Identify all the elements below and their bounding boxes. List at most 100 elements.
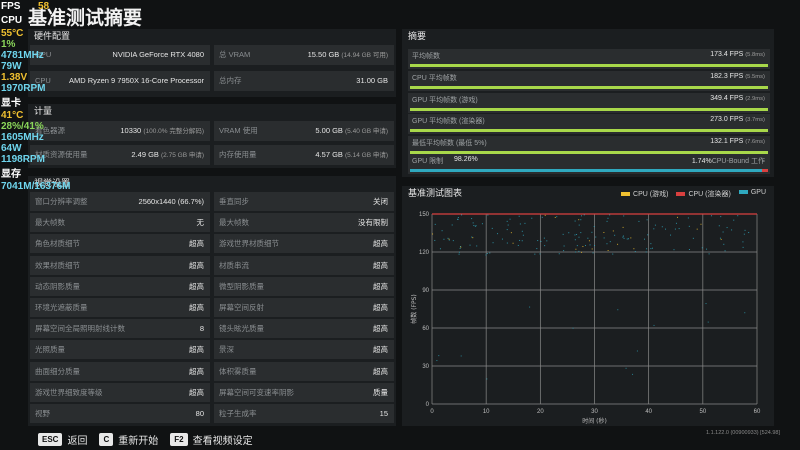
- setting-label: 屏幕空间反射: [219, 303, 264, 312]
- memory-use-label: 内存使用量: [219, 150, 257, 159]
- setting-value: 超高: [189, 303, 204, 312]
- setting-label: 最大帧数: [35, 218, 65, 228]
- gpu-point: [723, 243, 725, 245]
- setting-label: 粒子生成率: [219, 409, 257, 418]
- gpu-point: [539, 253, 541, 255]
- x-tick-label: 30: [591, 409, 598, 415]
- memory-use-cell: 内存使用量 4.57 GB (5.14 GB 申请): [214, 145, 394, 165]
- esc-key-icon: ESC: [38, 433, 63, 446]
- gpu-point: [544, 245, 546, 247]
- gpu-point: [688, 225, 690, 227]
- gpu-point: [743, 233, 745, 235]
- summary-bar: [410, 85, 768, 89]
- setting-label: 屏幕空间可变速率阴影: [219, 387, 294, 397]
- gpu-point: [507, 224, 509, 226]
- vram-use-detail: (5.40 GB 申请): [345, 128, 388, 135]
- gpu-point: [578, 224, 580, 226]
- f2-key-icon: F2: [170, 433, 188, 446]
- vram-value: 15.50 GB: [307, 50, 340, 59]
- setting-label: 最大帧数: [219, 218, 249, 228]
- gpu-value: NVIDIA GeForce RTX 4080: [112, 50, 204, 59]
- gpu-point: [650, 248, 652, 250]
- gpu-point: [517, 244, 519, 246]
- cpu-game-point: [554, 216, 556, 218]
- cpu-game-point: [612, 230, 614, 232]
- gpu-limit-label: GPU 限制: [412, 158, 444, 165]
- gpu-point: [607, 217, 609, 219]
- y-tick-label: 0: [426, 402, 430, 408]
- setting-cell: 光照质量 超高: [30, 340, 210, 360]
- gpu-point: [481, 223, 483, 225]
- gpu-point: [726, 227, 728, 229]
- gpu-point: [580, 219, 582, 221]
- setting-cell: 材质串流 超高: [214, 255, 394, 275]
- summary-value: 349.4 FPS: [710, 94, 744, 102]
- gpu-point: [744, 312, 746, 314]
- back-button[interactable]: ESC 返回: [38, 432, 87, 447]
- gpu-cell: GPU NVIDIA GeForce RTX 4080: [30, 45, 210, 65]
- gpu-point: [506, 220, 508, 222]
- gpu-point: [489, 252, 491, 254]
- gpu-point: [536, 248, 538, 250]
- gpu-point: [650, 243, 652, 245]
- vram-use-value: 5.00 GB: [315, 126, 343, 135]
- setting-value: 超高: [373, 260, 388, 270]
- overlay-cpu-power: 79W: [1, 61, 22, 72]
- video-settings-button[interactable]: F2 查看视频设定: [170, 432, 253, 447]
- gpu-point: [705, 303, 707, 305]
- gpu-point: [458, 251, 460, 253]
- gpu-point: [674, 228, 676, 230]
- gpu-point: [524, 222, 526, 224]
- setting-cell: 景深 超高: [214, 340, 394, 360]
- gpu-point: [519, 223, 521, 225]
- x-tick-label: 10: [483, 409, 490, 415]
- gpu-point: [531, 217, 533, 219]
- gpu-point: [580, 215, 582, 217]
- gpu-point: [563, 250, 565, 252]
- gpu-point: [540, 240, 542, 242]
- x-tick-label: 0: [430, 409, 434, 415]
- summary-detail: (7.6ms): [745, 139, 765, 146]
- gpu-point: [486, 253, 488, 255]
- gpu-point: [720, 216, 722, 218]
- memory-value: 31.00 GB: [356, 76, 388, 85]
- overlay-cpu-fan: 1970RPM: [1, 83, 46, 94]
- cpu-game-point: [512, 242, 514, 244]
- gpu-point: [546, 240, 548, 242]
- gpu-point: [701, 247, 703, 249]
- gpu-point: [578, 236, 580, 238]
- gpu-point: [710, 215, 712, 217]
- gpu-point: [472, 222, 474, 224]
- gpu-point: [661, 226, 663, 228]
- gpu-point: [722, 231, 724, 233]
- summary-panel: 摘要 平均帧数 173.4 FPS (5.8ms) CPU 平均帧数 182.3 FP…: [402, 29, 774, 177]
- gpu-point: [609, 241, 611, 243]
- gpu-point: [636, 350, 638, 352]
- metrics-panel: 计量 着色器源 10330 (100.0% 完整分解码) VRAM 使用 5.0…: [28, 104, 396, 168]
- gpu-point: [492, 242, 494, 244]
- setting-cell: 角色材质细节 超高: [30, 234, 210, 254]
- summary-value: 132.1 FPS: [710, 138, 744, 146]
- gpu-point: [606, 220, 608, 222]
- setting-value: 超高: [373, 366, 388, 376]
- restart-button[interactable]: C 重新开始: [99, 432, 158, 447]
- gpu-point: [654, 224, 656, 226]
- x-tick-label: 50: [699, 409, 706, 415]
- setting-label: 游戏世界材质细节: [219, 239, 279, 249]
- overlay-gpu-usage: 28%/41%: [1, 121, 44, 132]
- gpu-point: [509, 218, 511, 220]
- gpu-point: [706, 248, 708, 250]
- setting-value: 超高: [189, 281, 204, 291]
- cpu-game-point: [622, 226, 624, 228]
- gpu-point: [678, 228, 680, 230]
- x-tick-label: 20: [537, 409, 544, 415]
- setting-cell: 曲面细分质量 超高: [30, 361, 210, 381]
- gpu-point: [576, 245, 578, 247]
- gpu-limit-row: GPU 限制 98.26% 1.74%CPU-Bound 工作: [408, 154, 770, 174]
- gpu-point: [603, 237, 605, 239]
- gpu-point: [448, 239, 450, 241]
- gpu-point: [458, 253, 460, 255]
- cpu-value: AMD Ryzen 9 7950X 16-Core Processor: [68, 76, 204, 85]
- gpu-point: [436, 360, 438, 362]
- gpu-point: [623, 215, 625, 217]
